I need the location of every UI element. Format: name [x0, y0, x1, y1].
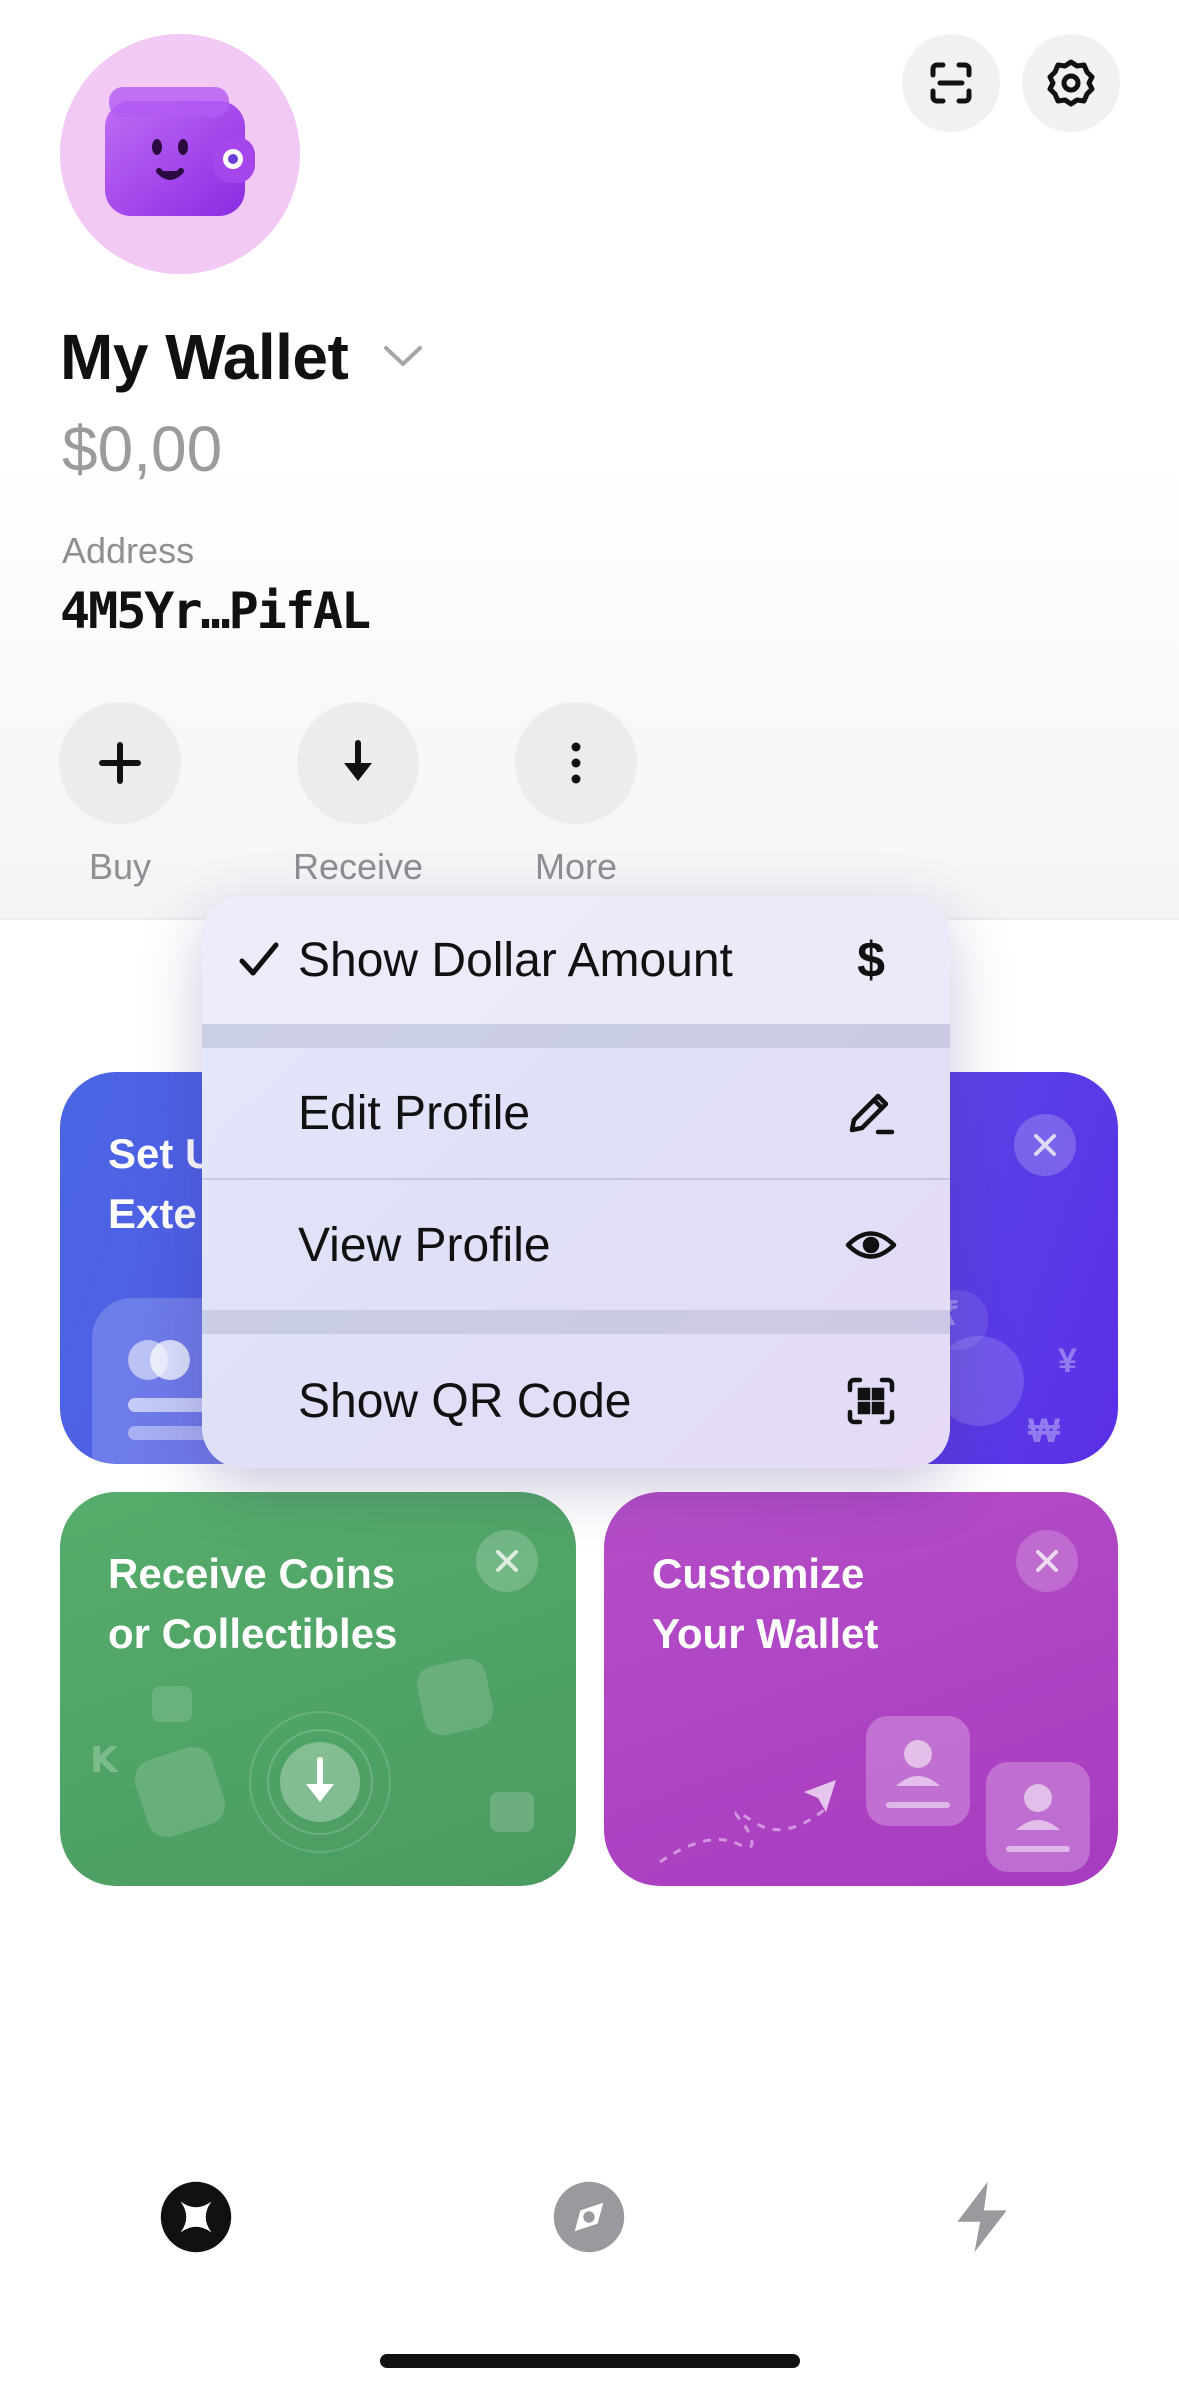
scan-button[interactable] — [902, 34, 1000, 132]
receive-circle — [297, 702, 419, 824]
setup-card-title: Set U Exte — [108, 1124, 215, 1244]
scan-icon — [930, 62, 972, 104]
yen-symbol: ¥ — [1058, 1342, 1077, 1380]
checkmark-icon — [239, 942, 279, 976]
menu-item-label: View Profile — [298, 1218, 551, 1272]
close-icon — [1034, 1134, 1056, 1156]
customize-card-title-line1: Customize — [652, 1550, 865, 1597]
home-indicator — [380, 2354, 800, 2368]
wallet-selector[interactable]: My Wallet — [60, 320, 428, 394]
chevron-down-icon — [384, 346, 423, 366]
home-icon — [160, 2181, 232, 2253]
receive-coins-card[interactable]: Receive Coins or Collectibles K — [60, 1492, 576, 1886]
receive-illustration: K — [90, 1658, 534, 1853]
activity-icon — [957, 2181, 1007, 2253]
more-options-menu: Show Dollar Amount $ Edit Profile View P… — [202, 896, 950, 1468]
svg-text:K: K — [90, 1740, 119, 1781]
address-label: Address — [62, 530, 195, 571]
customize-card-title-line2: Your Wallet — [652, 1610, 879, 1657]
close-icon — [1036, 1550, 1058, 1572]
menu-separator — [202, 1310, 950, 1334]
more-label: More — [534, 846, 618, 887]
setup-card-close-button[interactable] — [1014, 1114, 1076, 1176]
menu-item-label: Edit Profile — [298, 1086, 531, 1140]
buy-button[interactable]: Buy — [58, 702, 182, 888]
menu-separator — [202, 1024, 950, 1048]
settings-button[interactable] — [1022, 34, 1120, 132]
tab-home[interactable] — [155, 2176, 237, 2258]
receive-card-close-button[interactable] — [476, 1530, 538, 1592]
explore-icon — [553, 2181, 625, 2253]
receive-button[interactable]: Receive — [292, 702, 424, 888]
close-icon — [496, 1550, 518, 1572]
customize-wallet-card[interactable]: Customize Your Wallet — [604, 1492, 1118, 1886]
wallet-avatar[interactable] — [60, 34, 300, 274]
won-symbol: ₩ — [1028, 1412, 1061, 1450]
plus-icon — [99, 742, 141, 784]
wallet-name: My Wallet — [60, 321, 349, 393]
menu-item-view-profile[interactable]: View Profile — [202, 1180, 950, 1310]
menu-item-label: Show QR Code — [298, 1374, 632, 1428]
arrow-down-icon — [344, 740, 372, 781]
receive-label: Receive — [292, 846, 424, 887]
more-vertical-icon — [571, 742, 581, 784]
buy-label: Buy — [88, 846, 152, 887]
menu-item-show-qr-code[interactable]: Show QR Code — [202, 1334, 950, 1468]
menu-item-label: Show Dollar Amount — [298, 933, 733, 987]
more-circle — [515, 702, 637, 824]
address-value[interactable]: 4M5Yr…PifAL — [60, 582, 371, 640]
eye-icon — [844, 1218, 898, 1272]
customize-illustration — [659, 1716, 1090, 1872]
buy-circle — [59, 702, 181, 824]
wallet-balance: $0,00 — [62, 413, 223, 485]
menu-item-show-dollar-amount[interactable]: Show Dollar Amount $ — [202, 896, 950, 1024]
gear-icon — [1047, 59, 1095, 107]
tab-activity[interactable] — [942, 2176, 1024, 2258]
qr-icon — [844, 1374, 898, 1428]
menu-item-edit-profile[interactable]: Edit Profile — [202, 1048, 950, 1178]
tab-explore[interactable] — [548, 2176, 630, 2258]
setup-card-title-line1: Set U — [108, 1130, 216, 1177]
setup-card-title-line2: Exte — [108, 1190, 197, 1237]
more-button[interactable]: More — [514, 702, 638, 888]
customize-card-close-button[interactable] — [1016, 1530, 1078, 1592]
receive-card-title-line1: Receive Coins — [108, 1550, 396, 1597]
pencil-icon — [844, 1086, 898, 1140]
dollar-icon: $ — [857, 932, 885, 988]
customize-card-title: Customize Your Wallet — [652, 1544, 878, 1664]
wallet-character-icon — [105, 87, 255, 216]
